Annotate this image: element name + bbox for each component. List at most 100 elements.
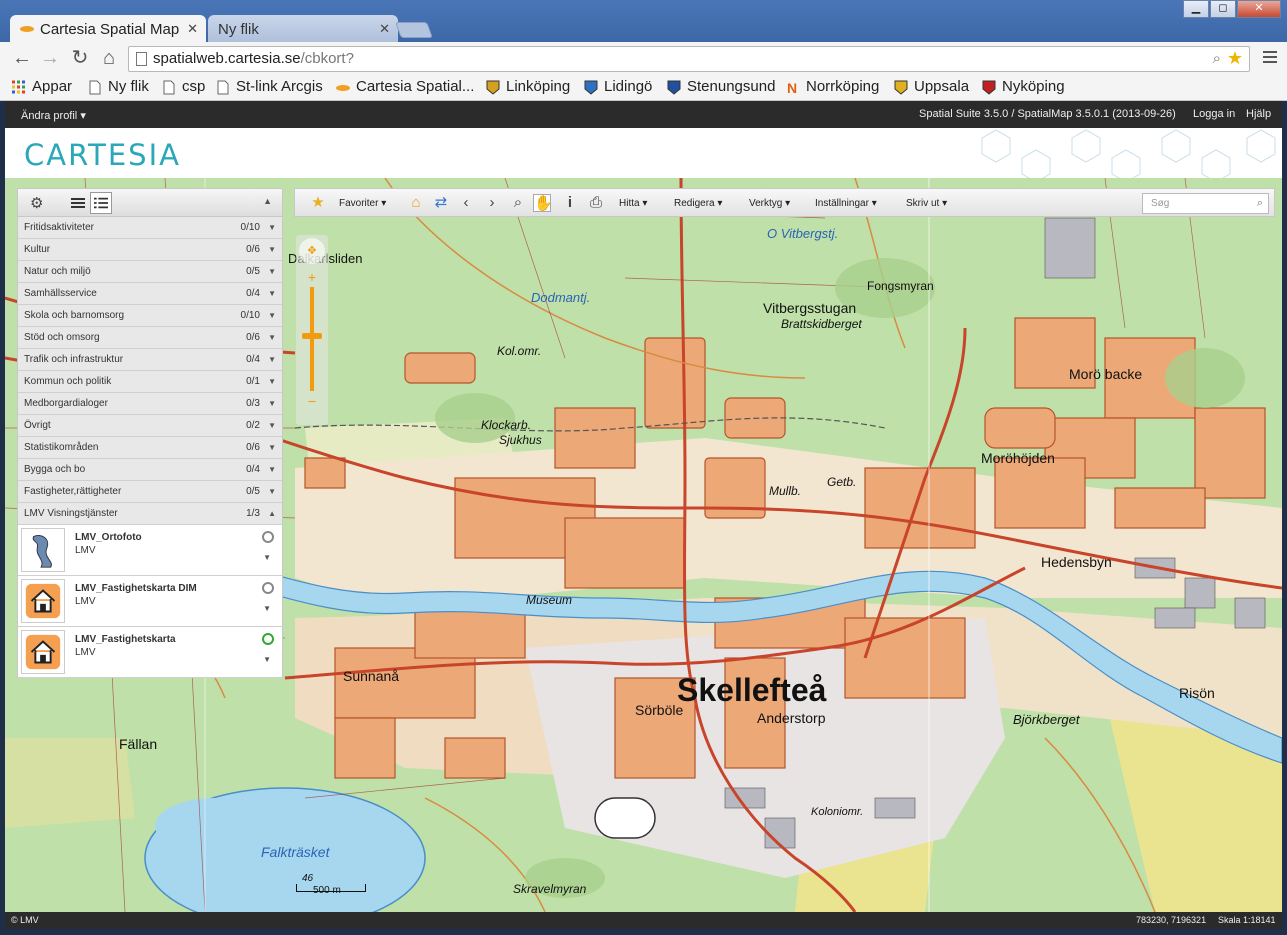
layer-row[interactable]: LMV_Fastighetskarta DIM LMV ▼ [18, 576, 282, 627]
category-row[interactable]: Natur och miljö 0/5 ▼ [18, 261, 282, 283]
forward-icon[interactable]: › [483, 194, 501, 212]
detail-list-icon[interactable] [90, 192, 112, 214]
category-row[interactable]: Trafik och infrastruktur 0/4 ▼ [18, 349, 282, 371]
bookmark-norrkoping[interactable]: N Norrköping [786, 78, 879, 95]
apps-grid-icon [12, 80, 25, 94]
close-window-button[interactable]: ✕ [1237, 0, 1281, 18]
category-row[interactable]: Bygga och bo 0/4 ▼ [18, 459, 282, 481]
bookmark-st-link[interactable]: St-link Arcgis [216, 78, 323, 95]
category-row[interactable]: Skola och barnomsorg 0/10 ▼ [18, 305, 282, 327]
category-list: Fritidsaktiviteter 0/10 ▼ Kultur 0/6 ▼ Natur o… [18, 217, 282, 525]
pan-hand-icon[interactable]: ✋ [533, 194, 553, 212]
print-icon[interactable]: ⎙ [587, 194, 605, 212]
close-icon[interactable]: ✕ [379, 21, 390, 37]
bookmark-linkoping[interactable]: Linköping [486, 78, 570, 95]
zoom-search-icon[interactable]: ⌕ [509, 194, 527, 212]
bookmark-csp[interactable]: csp [162, 78, 205, 95]
power-toggle-icon[interactable] [262, 582, 274, 594]
bookmark-stenungsund[interactable]: Stenungsund [667, 78, 775, 95]
back-icon[interactable]: ‹ [457, 194, 475, 212]
zoom-slider-track[interactable] [310, 287, 314, 391]
address-bar[interactable]: spatialweb.cartesia.se/cbkort? ⌕ ★ [128, 46, 1250, 72]
bookmark-apps[interactable]: Appar [12, 78, 72, 95]
expand-arrow-icon[interactable]: ▼ [268, 261, 276, 283]
expand-arrow-icon[interactable]: ▼ [268, 349, 276, 371]
collapse-up-icon[interactable]: ▲ [263, 196, 272, 206]
category-row[interactable]: Samhällsservice 0/4 ▼ [18, 283, 282, 305]
category-row[interactable]: Medborgardialoger 0/3 ▼ [18, 393, 282, 415]
layer-row[interactable]: LMV_Ortofoto LMV ▼ [18, 525, 282, 576]
layer-dropdown-icon[interactable]: ▼ [263, 655, 271, 664]
category-row[interactable]: Övrigt 0/2 ▼ [18, 415, 282, 437]
expand-arrow-icon[interactable]: ▼ [268, 283, 276, 305]
crest-icon [667, 80, 681, 95]
bookmark-star-icon[interactable]: ★ [1227, 46, 1243, 70]
forward-arrow-icon[interactable]: → [38, 47, 62, 71]
expand-arrow-icon[interactable]: ▼ [268, 415, 276, 437]
bookmark-label: Lidingö [604, 78, 653, 95]
bookmark-ny-flik[interactable]: Ny flik [88, 78, 149, 95]
back-arrow-icon[interactable]: ← [10, 47, 34, 71]
help-link[interactable]: Hjälp [1246, 108, 1271, 120]
expand-arrow-icon[interactable]: ▼ [268, 217, 276, 239]
maximize-button[interactable]: ◻ [1210, 0, 1236, 18]
settings-menu[interactable]: Inställningar ▾ [815, 198, 877, 209]
tools-menu[interactable]: Verktyg ▾ [749, 198, 790, 209]
bookmark-nykoping[interactable]: Nyköping [982, 78, 1065, 95]
category-row[interactable]: Fritidsaktiviteter 0/10 ▼ [18, 217, 282, 239]
gear-icon[interactable]: ⚙ [30, 194, 43, 212]
hamburger-menu-icon[interactable] [1263, 51, 1277, 65]
minimize-button[interactable]: ▁ [1183, 0, 1209, 18]
favorites-menu[interactable]: Favoriter ▾ [339, 198, 386, 209]
swap-icon[interactable]: ⇄ [432, 194, 450, 212]
list-view-icon[interactable] [70, 195, 86, 211]
edit-menu[interactable]: Redigera ▾ [674, 198, 722, 209]
power-toggle-icon[interactable] [262, 531, 274, 543]
home-icon[interactable]: ⌂ [97, 47, 121, 71]
home-icon[interactable]: ⌂ [407, 194, 425, 212]
category-row[interactable]: LMV Visningstjänster 1/3 ▲ [18, 503, 282, 525]
search-icon[interactable]: ⌕ [1257, 194, 1263, 213]
pan-arrows-icon[interactable]: ✥ [299, 238, 325, 264]
power-toggle-icon[interactable] [262, 633, 274, 645]
favorites-star-icon[interactable]: ★ [309, 194, 327, 212]
expand-arrow-icon[interactable]: ▼ [268, 481, 276, 503]
bookmark-lidingo[interactable]: Lidingö [584, 78, 652, 95]
active-layer-list: LMV_Ortofoto LMV ▼ LMV_Fastighetskarta DIM L… [18, 525, 282, 678]
find-menu[interactable]: Hitta ▾ [619, 198, 647, 209]
layer-row[interactable]: LMV_Fastighetskarta LMV ▼ [18, 627, 282, 678]
tab-cartesia[interactable]: Cartesia Spatial Map ✕ [10, 15, 206, 43]
layer-dropdown-icon[interactable]: ▼ [263, 553, 271, 562]
bookmark-cartesia[interactable]: Cartesia Spatial... [336, 78, 474, 95]
new-tab-button[interactable] [395, 22, 433, 38]
zoom-slider-handle[interactable] [302, 333, 322, 339]
collapse-arrow-icon[interactable]: ▲ [268, 503, 276, 525]
search-icon[interactable]: ⌕ [1213, 47, 1221, 71]
change-profile-menu[interactable]: Ändra profil ▾ [21, 109, 86, 122]
expand-arrow-icon[interactable]: ▼ [268, 393, 276, 415]
zoom-out-button[interactable]: − [304, 393, 320, 409]
expand-arrow-icon[interactable]: ▼ [268, 327, 276, 349]
expand-arrow-icon[interactable]: ▼ [268, 459, 276, 481]
category-row[interactable]: Statistikområden 0/6 ▼ [18, 437, 282, 459]
map-search-input[interactable]: Søg ⌕ [1142, 193, 1269, 214]
bookmark-uppsala[interactable]: Uppsala [894, 78, 969, 95]
category-row[interactable]: Kommun och politik 0/1 ▼ [18, 371, 282, 393]
close-icon[interactable]: ✕ [187, 21, 198, 37]
tab-new[interactable]: Ny flik ✕ [208, 15, 398, 43]
expand-arrow-icon[interactable]: ▼ [268, 239, 276, 261]
category-row[interactable]: Kultur 0/6 ▼ [18, 239, 282, 261]
category-row[interactable]: Fastigheter,rättigheter 0/5 ▼ [18, 481, 282, 503]
category-count: 0/6 [246, 332, 260, 343]
layer-dropdown-icon[interactable]: ▼ [263, 604, 271, 613]
zoom-in-button[interactable]: + [304, 269, 320, 285]
expand-arrow-icon[interactable]: ▼ [268, 371, 276, 393]
login-link[interactable]: Logga in [1193, 108, 1235, 120]
category-count: 0/4 [246, 354, 260, 365]
info-icon[interactable]: i [561, 194, 579, 212]
print-menu[interactable]: Skriv ut ▾ [906, 198, 947, 209]
reload-icon[interactable]: ↻ [68, 47, 92, 71]
category-row[interactable]: Stöd och omsorg 0/6 ▼ [18, 327, 282, 349]
expand-arrow-icon[interactable]: ▼ [268, 437, 276, 459]
expand-arrow-icon[interactable]: ▼ [268, 305, 276, 327]
